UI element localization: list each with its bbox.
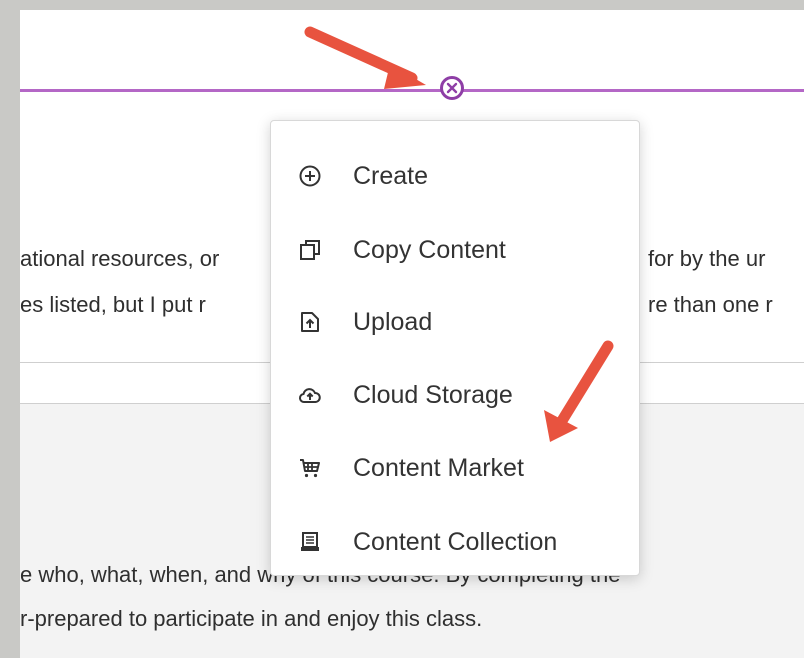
plus-circle-icon <box>297 163 323 189</box>
menu-item-label: Cloud Storage <box>353 380 513 409</box>
annotation-arrow-icon <box>544 340 614 442</box>
paragraph1-line2-left: es listed, but I put r <box>20 292 206 317</box>
close-icon <box>446 82 458 94</box>
collection-icon <box>297 529 323 555</box>
paragraph1-line1-right: for by the ur <box>648 246 766 271</box>
course-content-page: ational resources, or for by the ur es l… <box>20 10 804 658</box>
upload-icon <box>297 309 323 335</box>
menu-item-label: Content Collection <box>353 527 558 556</box>
cart-icon <box>297 455 323 481</box>
paragraph2-line2: r-prepared to participate in and enjoy t… <box>20 606 483 631</box>
copy-icon <box>297 237 323 263</box>
cloud-upload-icon <box>297 382 323 408</box>
menu-item-label: Copy Content <box>353 235 506 264</box>
menu-item-label: Upload <box>353 307 433 336</box>
menu-item-label: Content Market <box>353 453 524 482</box>
menu-item-content-market[interactable]: Content Market <box>271 440 639 496</box>
paragraph1-line2-right: re than one r <box>648 292 773 317</box>
paragraph1-line1-left: ational resources, or <box>20 246 220 271</box>
menu-item-create[interactable]: Create <box>271 148 639 204</box>
annotation-arrow-icon <box>304 26 426 89</box>
menu-item-content-collection[interactable]: Content Collection <box>271 514 639 570</box>
close-add-menu-button[interactable] <box>440 76 464 100</box>
menu-item-copy-content[interactable]: Copy Content <box>271 222 639 278</box>
menu-item-label: Create <box>353 161 429 190</box>
